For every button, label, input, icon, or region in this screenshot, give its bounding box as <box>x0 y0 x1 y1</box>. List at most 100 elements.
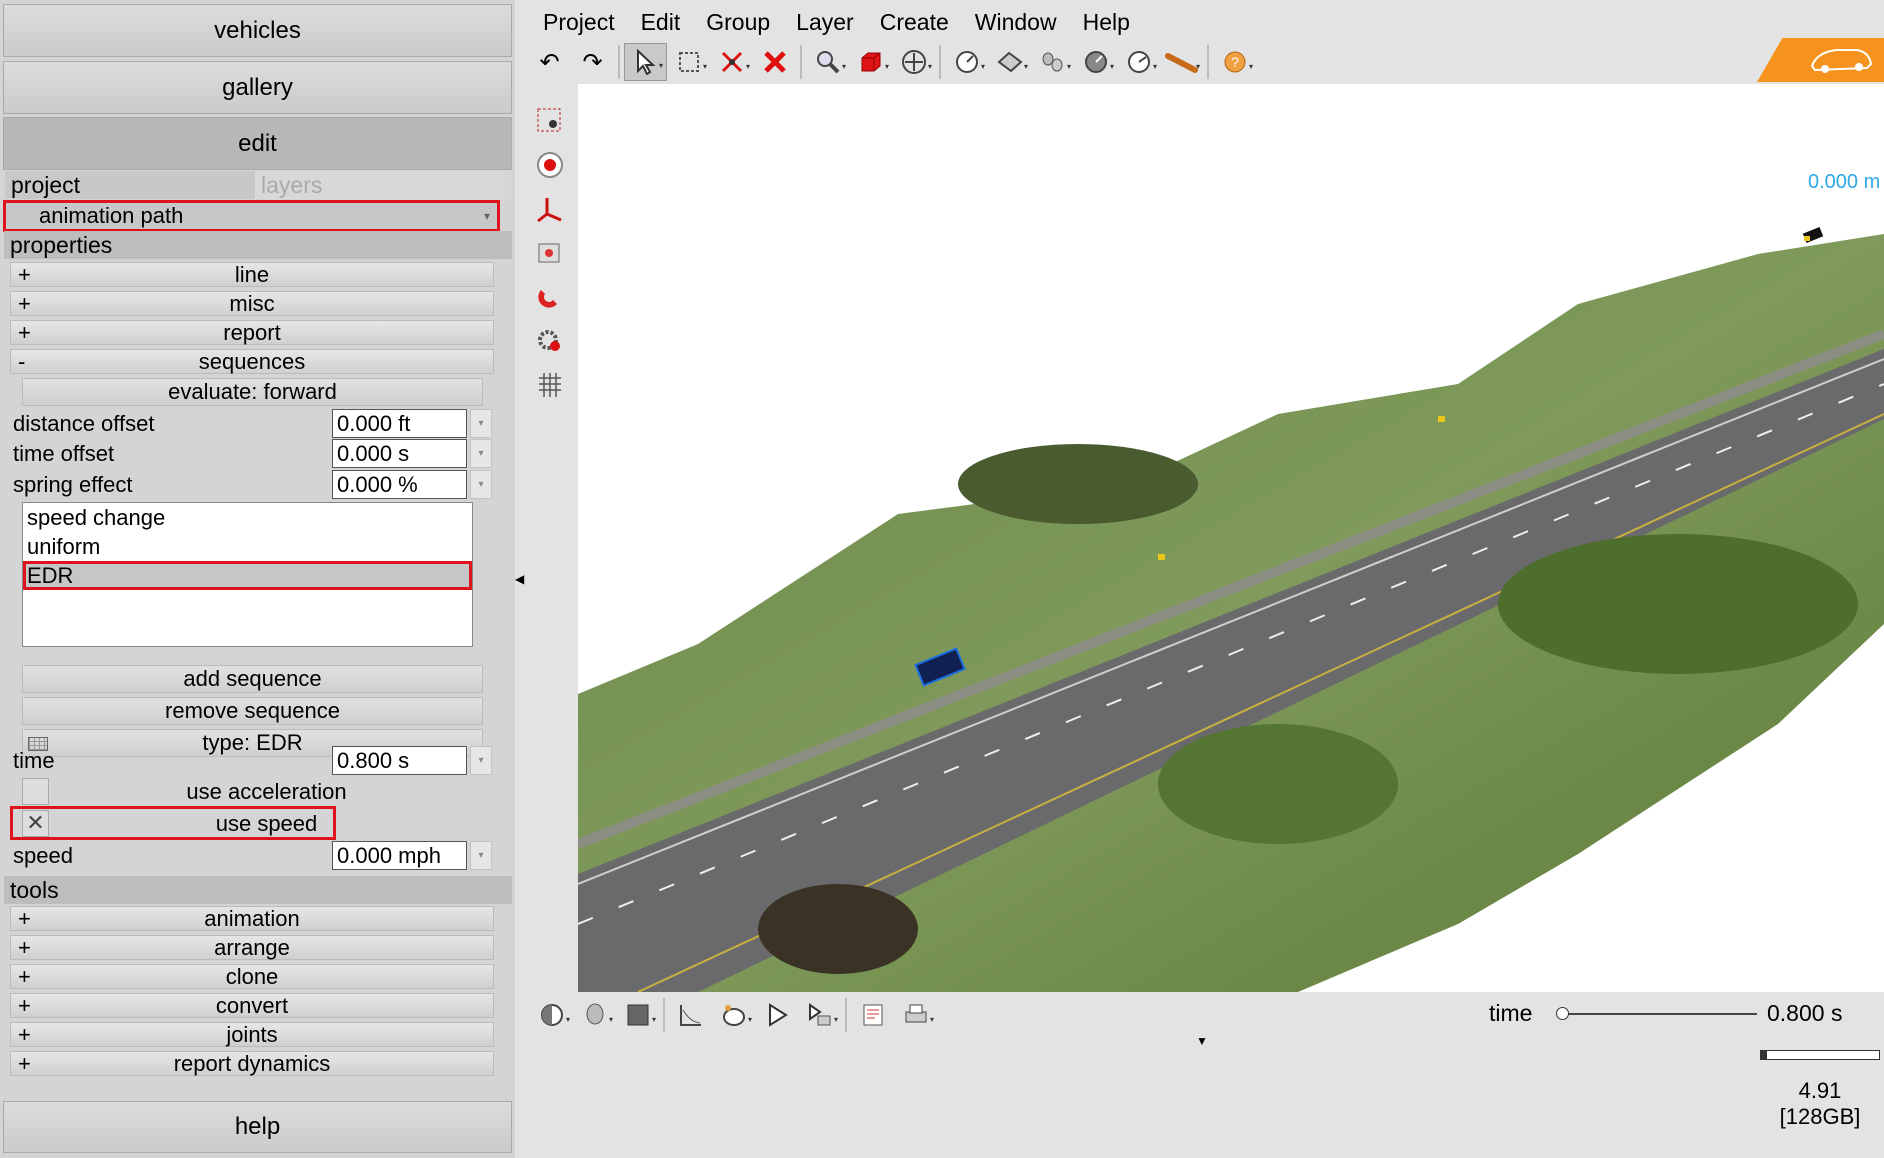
expand-icon: + <box>18 906 31 931</box>
evaluate-direction-button[interactable]: evaluate: forward <box>22 378 483 406</box>
tire-icon[interactable]: ▾ <box>1031 43 1074 81</box>
group-label: joints <box>226 1022 278 1047</box>
sequence-item-speed-change[interactable]: speed change <box>23 503 472 532</box>
play-icon[interactable] <box>755 996 798 1034</box>
redo-icon[interactable]: ↷ <box>571 43 614 81</box>
undo-icon[interactable]: ↶ <box>528 43 571 81</box>
group-report[interactable]: + report <box>10 320 494 345</box>
speedometer-icon[interactable]: ▾ <box>1117 43 1160 81</box>
render-icon[interactable] <box>530 233 570 273</box>
group-convert[interactable]: + convert <box>10 993 494 1018</box>
rectangle-select-icon[interactable]: ▾ <box>667 43 710 81</box>
group-joints[interactable]: + joints <box>10 1022 494 1047</box>
use-acceleration-checkbox[interactable] <box>22 778 49 805</box>
main-toolbar: ↶ ↷ ▾ ▾ ▾ ▾ ▾ ▾ ▾ ▾ ▾ ▾ ▾ ▾ ? ▾ <box>528 42 1256 82</box>
menu-project[interactable]: Project <box>530 5 628 39</box>
grid-icon[interactable] <box>530 365 570 405</box>
3d-viewport[interactable]: 0.000 m <box>578 84 1884 992</box>
settings-gear-icon[interactable] <box>530 321 570 361</box>
tape-icon[interactable]: ▾ <box>1160 43 1203 81</box>
spring-effect-input[interactable]: 0.000 % <box>332 470 467 499</box>
group-animation[interactable]: + animation <box>10 906 494 931</box>
camera-path-icon[interactable]: ▾ <box>712 996 755 1034</box>
menu-layer[interactable]: Layer <box>783 5 867 39</box>
chevron-down-icon[interactable]: ▼ <box>1196 1034 1208 1048</box>
sequence-item-uniform[interactable]: uniform <box>23 532 472 561</box>
group-clone[interactable]: + clone <box>10 964 494 989</box>
magnet-icon[interactable] <box>530 277 570 317</box>
zoom-icon[interactable]: ▾ <box>806 43 849 81</box>
group-arrange[interactable]: + arrange <box>10 935 494 960</box>
menu-group[interactable]: Group <box>693 5 783 39</box>
time-offset-label: time offset <box>13 441 115 466</box>
menu-create[interactable]: Create <box>867 5 962 39</box>
group-label: line <box>234 262 270 287</box>
group-report-dynamics[interactable]: + report dynamics <box>10 1051 494 1076</box>
menu-edit[interactable]: Edit <box>628 5 694 39</box>
selected-object-dropdown[interactable]: animation path ▾ <box>3 200 500 232</box>
sequence-list[interactable]: speed change uniform EDR <box>22 502 473 647</box>
menu-window[interactable]: Window <box>962 5 1070 39</box>
camera-view-icon[interactable] <box>530 101 570 141</box>
shading-icon[interactable]: ▾ <box>530 996 573 1034</box>
chevron-down-icon: ▾ <box>483 209 490 223</box>
box-3d-icon[interactable]: ▾ <box>849 43 892 81</box>
use-acceleration-label: use acceleration <box>186 779 347 804</box>
target-icon[interactable] <box>530 145 570 185</box>
head-view-icon[interactable]: ▾ <box>573 996 616 1034</box>
group-label: misc <box>229 291 275 316</box>
menu-bar: Project Edit Group Layer Create Window H… <box>530 5 1143 39</box>
tab-project[interactable]: project <box>5 171 255 199</box>
color-swatch-icon[interactable]: ▾ <box>616 996 659 1034</box>
group-sequences[interactable]: - sequences <box>10 349 494 374</box>
group-label: animation <box>204 906 300 931</box>
sequence-item-edr[interactable]: EDR <box>23 561 472 590</box>
spring-effect-label: spring effect <box>13 472 133 497</box>
select-arrow-icon[interactable]: ▾ <box>624 43 667 81</box>
print-icon[interactable]: ▾ <box>894 996 937 1034</box>
group-label: report dynamics <box>173 1051 331 1076</box>
axes-icon[interactable] <box>530 189 570 229</box>
timeline-thumb[interactable] <box>1556 1007 1569 1020</box>
help-button[interactable]: help <box>3 1101 512 1153</box>
vehicles-button[interactable]: vehicles <box>3 4 512 57</box>
group-label: clone <box>225 964 279 989</box>
time-offset-spinner[interactable]: ▾ <box>470 439 492 468</box>
remove-sequence-button[interactable]: remove sequence <box>22 697 483 725</box>
render-sequence-icon[interactable]: ▾ <box>798 996 841 1034</box>
delete-icon[interactable] <box>753 43 796 81</box>
progress-fill <box>1761 1051 1767 1059</box>
erase-points-icon[interactable]: ▾ <box>710 43 753 81</box>
time-input[interactable]: 0.800 s <box>332 746 467 775</box>
add-sequence-button[interactable]: add sequence <box>22 665 483 693</box>
graph-icon[interactable] <box>669 996 712 1034</box>
tab-layers[interactable]: layers <box>255 171 505 199</box>
time-offset-input[interactable]: 0.000 s <box>332 439 467 468</box>
dial-icon[interactable]: ▾ <box>1074 43 1117 81</box>
expand-icon: + <box>18 1022 31 1047</box>
group-label: report <box>223 320 281 345</box>
time-label: time <box>13 748 55 773</box>
group-line[interactable]: + line <box>10 262 494 287</box>
surface-icon[interactable]: ▾ <box>988 43 1031 81</box>
group-misc[interactable]: + misc <box>10 291 494 316</box>
edit-button[interactable]: edit <box>3 117 512 170</box>
memory-value: [128GB] <box>1779 1104 1861 1129</box>
distance-offset-spinner[interactable]: ▾ <box>470 409 492 438</box>
expand-icon: + <box>18 993 31 1018</box>
menu-help[interactable]: Help <box>1070 5 1143 39</box>
panel-collapse-icon[interactable]: ◀ <box>515 572 524 586</box>
speed-spinner[interactable]: ▾ <box>470 841 492 870</box>
timeline-slider[interactable] <box>1557 1013 1757 1015</box>
speed-input[interactable]: 0.000 mph <box>332 841 467 870</box>
use-speed-checkbox[interactable]: ✕ <box>22 810 49 837</box>
help-icon[interactable]: ? ▾ <box>1213 43 1256 81</box>
time-spinner[interactable]: ▾ <box>470 746 492 775</box>
distance-offset-input[interactable]: 0.000 ft <box>332 409 467 438</box>
move-icon[interactable]: ▾ <box>892 43 935 81</box>
report-icon[interactable] <box>851 996 894 1034</box>
spring-effect-spinner[interactable]: ▾ <box>470 470 492 499</box>
gallery-button[interactable]: gallery <box>3 61 512 114</box>
left-panel: vehicles gallery edit project layers ani… <box>0 0 515 1158</box>
measure-gauge-icon[interactable]: ▾ <box>945 43 988 81</box>
